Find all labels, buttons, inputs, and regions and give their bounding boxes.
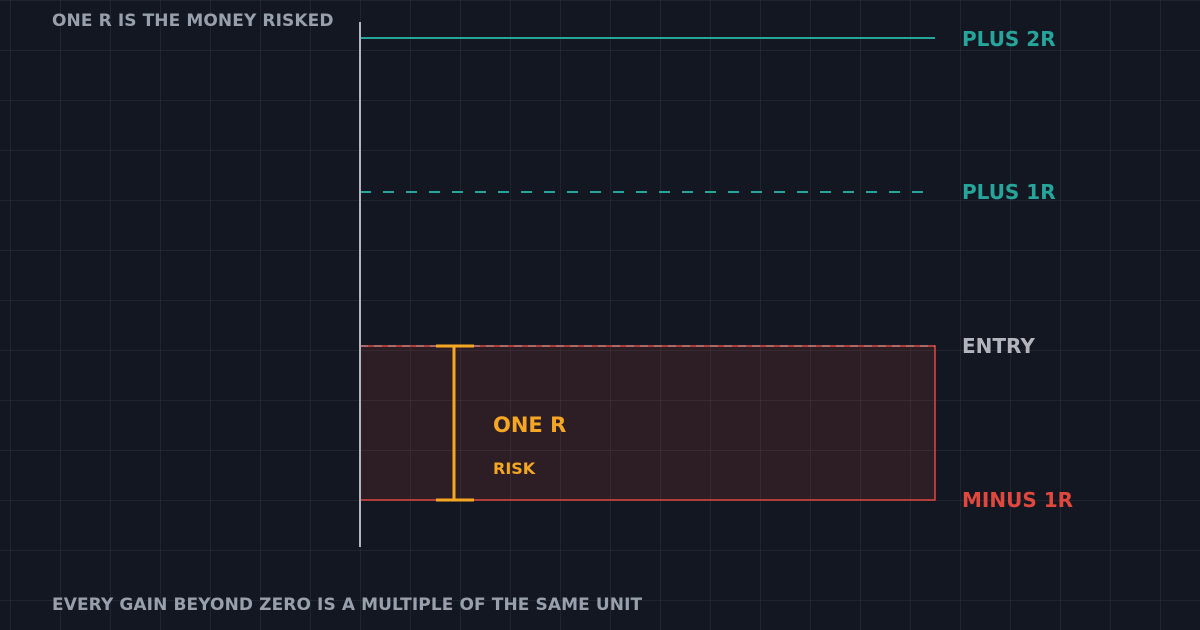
r-multiple-diagram: PLUS 2R PLUS 1R ENTRY MINUS 1R ONE R RIS…: [359, 22, 1073, 547]
one-r-label: ONE R: [493, 413, 566, 437]
plus-2r-label: PLUS 2R: [962, 27, 1056, 51]
plus-1r-label: PLUS 1R: [962, 180, 1056, 204]
risk-zone: [359, 345, 936, 501]
risk-label: RISK: [493, 459, 536, 478]
entry-label: ENTRY: [962, 334, 1035, 358]
minus-1r-label: MINUS 1R: [962, 488, 1073, 512]
diagram-canvas: ONE R IS THE MONEY RISKED EVERY GAIN BEY…: [0, 0, 1200, 630]
